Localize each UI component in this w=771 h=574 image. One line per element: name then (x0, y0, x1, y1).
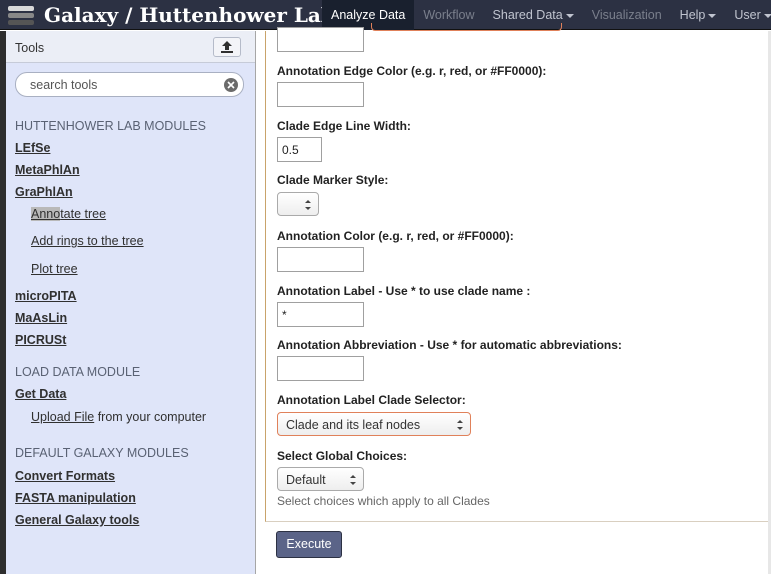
global-choices-hint: Select choices which apply to all Clades (277, 494, 490, 508)
clade-marker-style-label: Clade Marker Style: (277, 173, 389, 187)
tool-panel: Tools search tools HUTTENHOWER LAB MODUL… (0, 31, 256, 574)
edge-color-input[interactable] (277, 82, 364, 107)
brand-link[interactable]: Galaxy / Huttenhower Lab (8, 0, 335, 30)
previous-field-input[interactable] (277, 27, 364, 52)
tool-lefse[interactable]: LEfSe (15, 141, 50, 155)
clade-edge-width-input[interactable]: 0.5 (277, 137, 322, 162)
tool-plot-tree[interactable]: Plot tree (31, 262, 78, 276)
section-default-galaxy: DEFAULT GALAXY MODULES (15, 446, 189, 460)
clade-edge-width-label: Clade Edge Line Width: (277, 119, 411, 133)
tab-help[interactable]: Help (671, 0, 726, 30)
tools-title: Tools (15, 41, 45, 55)
tool-micropita[interactable]: microPITA (15, 289, 77, 303)
tools-header: Tools (6, 31, 255, 63)
tool-convert-formats[interactable]: Convert Formats (15, 469, 115, 483)
tool-metaphlan[interactable]: MetaPhlAn (15, 163, 80, 177)
tool-search-box[interactable]: search tools (15, 72, 244, 97)
previous-select-focus-ring (371, 23, 562, 31)
clade-selector-select[interactable]: Clade and its leaf nodes (277, 412, 471, 436)
tool-maaslin[interactable]: MaAsLin (15, 311, 67, 325)
upload-icon (221, 41, 233, 53)
center-panel: Annotation Edge Color (e.g. r, red, or #… (256, 23, 771, 574)
tool-upload-file: Upload File from your computer (31, 410, 207, 424)
execute-button[interactable]: Execute (276, 531, 342, 558)
annotation-label-input[interactable]: * (277, 302, 364, 327)
section-load-data: LOAD DATA MODULE (15, 365, 141, 379)
section-huttenhower-lab: HUTTENHOWER LAB MODULES (15, 119, 206, 133)
tool-add-rings[interactable]: Add rings to the tree (31, 234, 144, 248)
tool-fasta-manipulation[interactable]: FASTA manipulation (15, 491, 136, 505)
updown-arrows-icon (350, 475, 356, 485)
panel-edge (0, 31, 6, 574)
global-choices-label: Select Global Choices: (277, 449, 408, 463)
clear-search-icon[interactable] (224, 78, 238, 92)
tool-graphlan[interactable]: GraPhlAn (15, 185, 73, 199)
tab-visualization[interactable]: Visualization (583, 0, 671, 30)
edge-color-label: Annotation Edge Color (e.g. r, red, or #… (277, 64, 547, 78)
tool-form: Annotation Edge Color (e.g. r, red, or #… (265, 23, 771, 522)
caret-down-icon (708, 13, 717, 18)
annotation-abbrev-label: Annotation Abbreviation - Use * for auto… (277, 338, 622, 352)
upload-button[interactable] (213, 37, 241, 57)
annotation-color-label: Annotation Color (e.g. r, red, or #FF000… (277, 229, 514, 243)
tool-get-data[interactable]: Get Data (15, 387, 66, 401)
caret-down-icon (763, 13, 771, 18)
clade-selector-label: Annotation Label Clade Selector: (277, 393, 466, 407)
annotation-abbrev-input[interactable] (277, 356, 364, 381)
clade-marker-style-select[interactable] (277, 192, 319, 216)
brand-title: Galaxy / Huttenhower Lab (44, 3, 335, 27)
annotation-color-input[interactable] (277, 247, 364, 272)
global-choices-select[interactable]: Default (277, 467, 364, 491)
tool-annotate-tree[interactable]: Annotate tree (31, 207, 106, 221)
tool-picrust[interactable]: PICRUSt (15, 333, 66, 347)
tool-general-galaxy[interactable]: General Galaxy tools (15, 513, 139, 527)
upload-file-link[interactable]: Upload File (31, 410, 94, 424)
annotation-label-label: Annotation Label - Use * to use clade na… (277, 284, 531, 298)
updown-arrows-icon (457, 420, 463, 430)
tab-user[interactable]: User (725, 0, 771, 30)
caret-down-icon (565, 13, 574, 18)
search-input[interactable]: search tools (30, 78, 97, 92)
galaxy-logo-icon (8, 5, 34, 25)
updown-arrows-icon (305, 200, 311, 210)
